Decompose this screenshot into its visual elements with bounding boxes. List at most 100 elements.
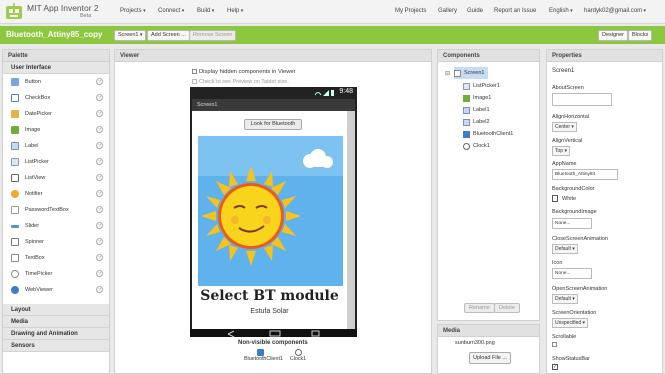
rename-button[interactable]: Rename	[464, 303, 495, 313]
help-icon[interactable]: ?	[96, 110, 103, 117]
hidden-components-checkbox[interactable]	[192, 69, 197, 74]
prop-bgimage-label: BackgroundImage	[552, 209, 597, 215]
help-icon[interactable]: ?	[96, 78, 103, 85]
look-for-bluetooth-button[interactable]: Look for Bluetooth	[244, 119, 302, 130]
menu-help[interactable]: Help	[227, 8, 243, 14]
user-menu[interactable]: hardyk02@gmail.com	[584, 8, 646, 14]
palette-item-webviewer[interactable]: WebViewer?	[3, 282, 109, 298]
add-screen-button[interactable]: Add Screen ...	[147, 30, 190, 41]
palette-item-label: CheckBox	[25, 95, 51, 101]
help-icon[interactable]: ?	[96, 94, 103, 101]
globe-icon	[11, 286, 19, 294]
tree-image1[interactable]: Image1	[463, 92, 491, 104]
prop-bgimage-input[interactable]: None...	[552, 218, 592, 229]
tablet-preview-toggle[interactable]: Check to see Preview on Tablet size.	[192, 79, 289, 85]
phone-time: 9:48	[339, 88, 353, 95]
help-icon[interactable]: ?	[96, 126, 103, 133]
help-icon[interactable]: ?	[96, 222, 103, 229]
collapse-icon[interactable]: ⊟	[445, 70, 450, 77]
help-icon[interactable]: ?	[96, 286, 103, 293]
prop-bgcolor-label: BackgroundColor	[552, 186, 595, 192]
tree-label: Label2	[473, 119, 490, 125]
menu-build[interactable]: Build	[197, 8, 214, 14]
palette-panel: Palette User Interface Button? CheckBox?…	[2, 49, 110, 374]
tree-clock1[interactable]: Clock1	[463, 140, 490, 152]
prop-appname-input[interactable]: Bluetooth_Attiny84	[552, 169, 618, 180]
prop-align-v-label: AlignVertical	[552, 138, 583, 144]
tree-screen1[interactable]: Screen1	[454, 67, 488, 79]
report-issue-link[interactable]: Report an Issue	[494, 8, 536, 14]
image-icon	[463, 94, 470, 102]
sun-image[interactable]	[198, 136, 343, 286]
palette-item-button[interactable]: Button?	[3, 74, 109, 90]
nonvisible-clock[interactable]: Clock1	[286, 349, 310, 362]
palette-section-user-interface[interactable]: User Interface	[3, 62, 109, 74]
prop-align-h-select[interactable]: Center	[552, 122, 577, 132]
palette-item-label: ListView	[25, 175, 46, 181]
select-bt-label[interactable]: Select BT module	[192, 288, 347, 304]
palette-item-listpicker[interactable]: ListPicker?	[3, 154, 109, 170]
help-icon[interactable]: ?	[96, 174, 103, 181]
clock-icon	[11, 270, 19, 278]
help-icon[interactable]: ?	[96, 142, 103, 149]
screen-select[interactable]: Screen1	[114, 30, 147, 41]
palette-item-label: WebViewer	[25, 287, 53, 293]
prop-statusbar-checkbox[interactable]: ✓	[552, 364, 558, 370]
checkbox-box	[552, 342, 557, 347]
palette-section-media[interactable]: Media	[3, 316, 109, 328]
palette-item-timepicker[interactable]: TimePicker?	[3, 266, 109, 282]
palette-item-notifier[interactable]: Notifier?	[3, 186, 109, 202]
palette-item-label[interactable]: Label?	[3, 138, 109, 154]
help-icon[interactable]: ?	[96, 158, 103, 165]
help-icon[interactable]: ?	[96, 254, 103, 261]
media-panel: Media	[437, 324, 540, 374]
palette-item-spinner[interactable]: Spinner?	[3, 234, 109, 250]
prop-openanim-select[interactable]: Default	[552, 294, 578, 304]
menu-projects[interactable]: Projects	[120, 8, 146, 14]
help-icon[interactable]: ?	[96, 206, 103, 213]
palette-section-layout[interactable]: Layout	[3, 304, 109, 316]
help-icon[interactable]: ?	[96, 270, 103, 277]
prop-icon-input[interactable]: None...	[552, 268, 592, 279]
nonvisible-bluetooth[interactable]: BluetoothClient1	[244, 349, 283, 362]
palette-section-sensors[interactable]: Sensors	[3, 340, 109, 352]
gallery-link[interactable]: Gallery	[438, 8, 457, 14]
my-projects-link[interactable]: My Projects	[395, 8, 426, 14]
palette-item-checkbox[interactable]: CheckBox?	[3, 90, 109, 106]
palette-item-textbox[interactable]: TextBox?	[3, 250, 109, 266]
blocks-button[interactable]: Blocks	[628, 30, 653, 41]
properties-header: Properties	[547, 50, 662, 62]
tree-listpicker1[interactable]: ListPicker1	[463, 80, 500, 92]
tablet-preview-checkbox[interactable]	[192, 79, 197, 85]
prop-align-v-select[interactable]: Top	[552, 146, 570, 156]
phone-screen[interactable]: Look for Bluetooth Select BT module Estu…	[192, 111, 347, 329]
tree-label1[interactable]: Label1	[463, 104, 490, 116]
palette-item-datepicker[interactable]: DatePicker?	[3, 106, 109, 122]
remove-screen-button[interactable]: Remove Screen	[189, 30, 237, 41]
hidden-components-toggle[interactable]: Display hidden components in Viewer	[192, 69, 296, 75]
language-menu[interactable]: English	[549, 8, 573, 14]
palette-item-passwordtextbox[interactable]: PasswordTextBox?	[3, 202, 109, 218]
palette-item-image[interactable]: Image?	[3, 122, 109, 138]
menu-connect[interactable]: Connect	[158, 8, 184, 14]
designer-button[interactable]: Designer	[598, 30, 629, 41]
help-icon[interactable]: ?	[96, 190, 103, 197]
estufa-solar-label[interactable]: Estufa Solar	[192, 308, 347, 315]
prop-about-input[interactable]	[552, 93, 612, 106]
app-inventor-logo-icon[interactable]	[4, 3, 24, 21]
prop-orient-select[interactable]: Unspecified	[552, 318, 589, 328]
upload-file-button[interactable]: Upload File ...	[469, 352, 511, 364]
prop-about-label: AboutScreen	[552, 85, 584, 91]
help-icon[interactable]: ?	[96, 238, 103, 245]
prop-bgcolor-picker[interactable]: White	[552, 195, 576, 202]
prop-scrollable-checkbox[interactable]	[552, 342, 559, 348]
prop-closeanim-select[interactable]: Default	[552, 244, 578, 254]
tree-bluetoothclient1[interactable]: BluetoothClient1	[463, 128, 513, 140]
palette-item-listview[interactable]: ListView?	[3, 170, 109, 186]
media-file[interactable]: sunburn300.png	[455, 340, 495, 346]
tree-label2[interactable]: Label2	[463, 116, 490, 128]
guide-link[interactable]: Guide	[467, 8, 483, 14]
delete-button[interactable]: Delete	[494, 303, 520, 313]
palette-section-drawing[interactable]: Drawing and Animation	[3, 328, 109, 340]
palette-item-slider[interactable]: Slider?	[3, 218, 109, 234]
